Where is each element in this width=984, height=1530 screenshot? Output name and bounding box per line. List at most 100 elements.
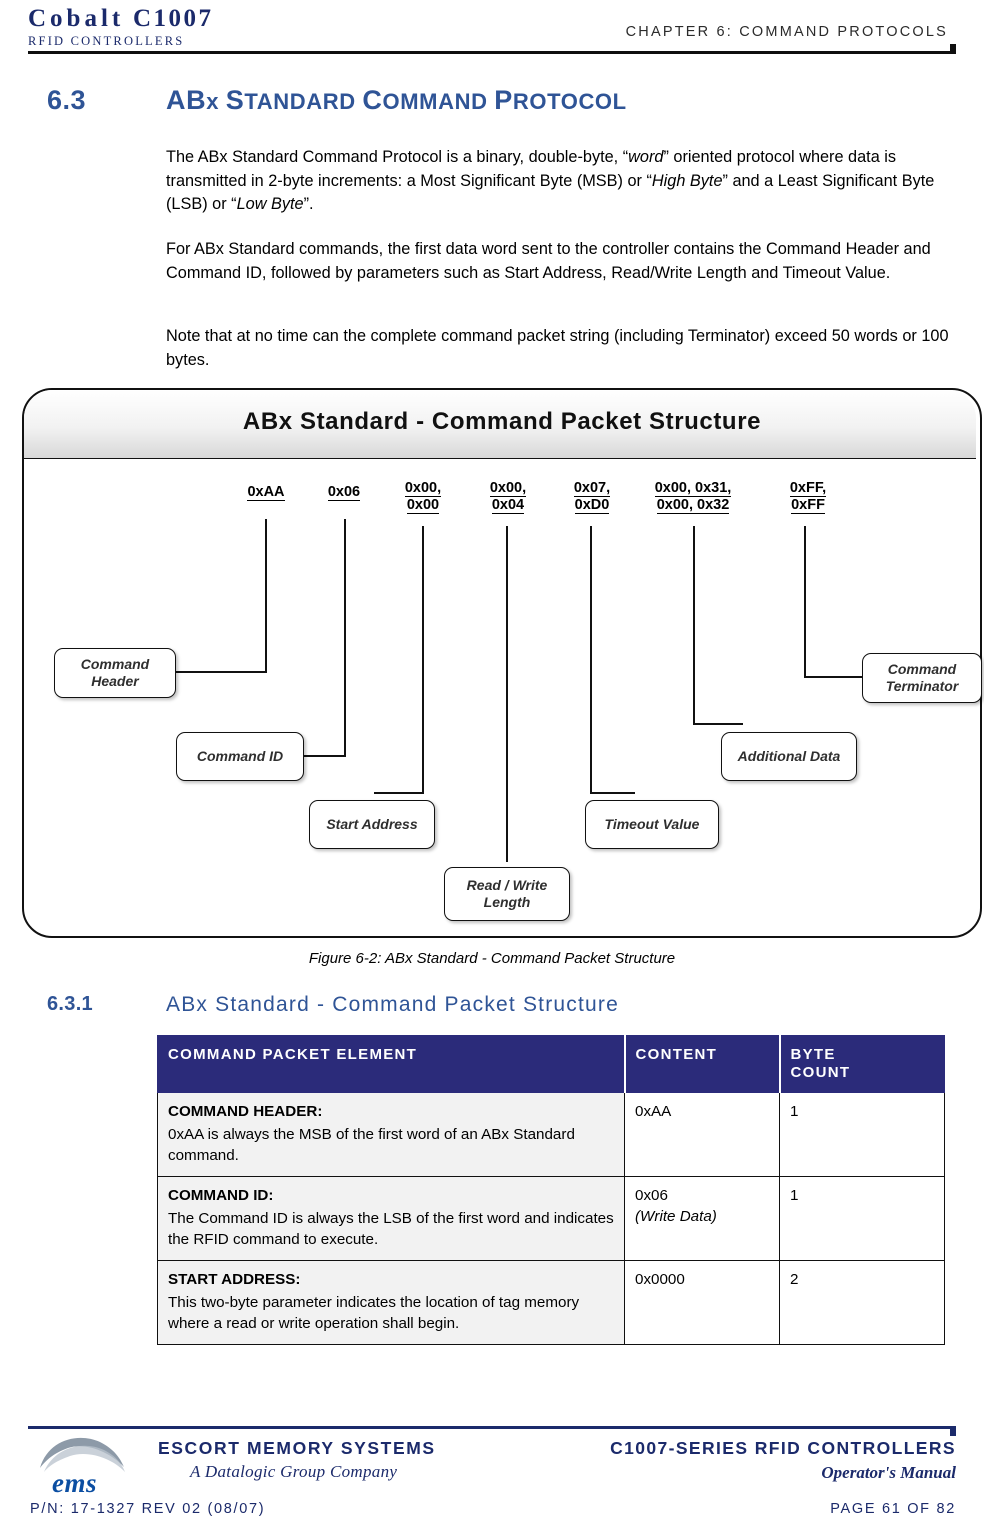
section-number: 6.3: [47, 85, 87, 115]
hex-label-2-line2: 0x00: [406, 497, 440, 514]
ems-wordmark: ems: [52, 1468, 97, 1498]
intro-paragraph-2: For ABx Standard commands, the first dat…: [166, 240, 931, 282]
para1-a: The ABx Standard Command Protocol is a b…: [166, 148, 629, 166]
page-header: Cobalt C1007 RFID CONTROLLERS CHAPTER 6:…: [0, 0, 984, 56]
figure-box-3-line2: Length: [483, 894, 531, 910]
table-row: COMMAND HEADER: 0xAA is always the MSB o…: [157, 1092, 945, 1177]
hex-label-6-line2: 0xFF: [791, 497, 825, 514]
row-1-title: COMMAND ID:: [168, 1187, 274, 1204]
leader-line-terminator-horizontal: [804, 676, 864, 678]
figure-box-read-write-length: Read / Write Length: [444, 867, 570, 921]
footer-company-name: ESCORT MEMORY SYSTEMS: [158, 1438, 436, 1458]
hex-label-command-header: 0xAA: [221, 484, 311, 501]
intro-paragraph-3: Note that at no time can the complete co…: [166, 327, 949, 369]
section-title-part-c: S: [225, 85, 245, 115]
footer-divider: [28, 1426, 956, 1429]
leader-line-timeout-horizontal: [590, 792, 635, 794]
leader-line-timeout-vertical: [590, 526, 592, 793]
hex-label-1: 0x06: [327, 484, 361, 501]
footer-manual-name: Operator's Manual: [821, 1463, 956, 1482]
hex-label-2-line1: 0x00,: [404, 480, 442, 497]
hex-label-4-line2: 0xD0: [574, 497, 610, 514]
figure-box-0-line1: Command: [80, 656, 150, 672]
logo-cobalt-word: Cobalt: [28, 5, 125, 32]
footer-page-number: PAGE 61 OF 82: [830, 1501, 956, 1517]
table-cell-content: 0x0000: [624, 1260, 780, 1345]
hex-label-3-line1: 0x00,: [489, 480, 527, 497]
figure-box-1-line1: Command ID: [196, 748, 284, 764]
row-1-desc: The Command ID is always the LSB of the …: [168, 1210, 614, 1248]
figure-box-timeout-value: Timeout Value: [585, 800, 719, 849]
table-header-content: CONTENT: [623, 1035, 780, 1093]
hex-label-command-terminator: 0xFF, 0xFF: [762, 480, 854, 514]
table-cell-element: START ADDRESS: This two-byte parameter i…: [157, 1260, 625, 1345]
leader-line-terminator-vertical: [804, 526, 806, 676]
table-cell-bytes: 2: [779, 1260, 945, 1345]
ems-logo: ems: [30, 1434, 140, 1498]
figure-box-additional-data: Additional Data: [721, 732, 857, 781]
figure-box-4-line1: Timeout Value: [604, 816, 700, 832]
logo-main-text: Cobalt C1007: [28, 6, 328, 31]
product-logo: Cobalt C1007 RFID CONTROLLERS: [28, 6, 328, 49]
leader-line-id-vertical: [344, 519, 346, 756]
logo-subtitle: RFID CONTROLLERS: [28, 34, 185, 48]
para1-italic-word: word: [628, 148, 664, 166]
leader-line-address-horizontal: [374, 792, 424, 794]
header-divider: [28, 51, 956, 54]
packet-structure-figure: ABx Standard - Command Packet Structure …: [22, 388, 982, 938]
hex-label-5-line2: 0x00, 0x32: [656, 497, 730, 514]
section-title: ABx STANDARD COMMAND PROTOCOL: [166, 85, 627, 116]
row-1-content: 0x06: [635, 1187, 668, 1204]
table-header-element: COMMAND PACKET ELEMENT: [157, 1035, 625, 1093]
table-cell-element: COMMAND HEADER: 0xAA is always the MSB o…: [157, 1092, 625, 1177]
command-packet-table: COMMAND PACKET ELEMENT CONTENT BYTE COUN…: [157, 1035, 945, 1345]
hex-label-read-write-length: 0x00, 0x04: [462, 480, 554, 514]
figure-box-command-header: Command Header: [54, 648, 176, 698]
table-cell-content: 0x06 (Write Data): [624, 1176, 780, 1261]
hex-label-3-line2: 0x04: [491, 497, 525, 514]
footer-product-name: C1007-SERIES RFID CONTROLLERS: [610, 1438, 956, 1458]
figure-box-3-line1: Read / Write: [466, 877, 548, 893]
table-cell-content: 0xAA: [624, 1092, 780, 1177]
figure-box-6-line2: Terminator: [885, 678, 959, 694]
hex-label-6-line1: 0xFF,: [789, 480, 827, 497]
section-title-part-g: P: [494, 85, 513, 115]
leader-line-address-vertical: [422, 526, 424, 793]
para1-d: ”.: [303, 195, 314, 213]
table-cell-element: COMMAND ID: The Command ID is always the…: [157, 1176, 625, 1261]
subsection-number: 6.3.1: [47, 993, 93, 1015]
footer-part-number: P/N: 17-1327 REV 02 (08/07): [30, 1501, 266, 1517]
para1-italic-high-byte: High Byte: [651, 171, 723, 190]
section-title-part-e: C: [362, 85, 383, 115]
hex-label-additional-data: 0x00, 0x31, 0x00, 0x32: [625, 480, 761, 514]
chapter-label: CHAPTER 6: COMMAND PROTOCOLS: [625, 24, 948, 40]
figure-box-command-id: Command ID: [176, 732, 304, 781]
figure-box-0-line2: Header: [91, 673, 139, 689]
figure-box-command-terminator: Command Terminator: [862, 653, 982, 703]
table-cell-bytes: 1: [779, 1176, 945, 1261]
para1-italic-low-byte: Low Byte: [236, 195, 304, 213]
table-cell-bytes: 1: [779, 1092, 945, 1177]
hex-label-start-address: 0x00, 0x00: [377, 480, 469, 514]
leader-line-additional-vertical: [693, 526, 695, 724]
table-row: COMMAND ID: The Command ID is always the…: [157, 1176, 945, 1261]
figure-caption: Figure 6-2: ABx Standard - Command Packe…: [308, 950, 676, 967]
figure-box-6-line1: Command: [887, 661, 957, 677]
table-header-byte-count: BYTE COUNT: [778, 1035, 945, 1093]
hex-label-4-line1: 0x07,: [573, 480, 611, 497]
section-title-part-f: OMMAND: [382, 89, 495, 114]
section-title-part-b: x: [206, 89, 226, 114]
row-0-content: 0xAA: [635, 1103, 672, 1120]
header-divider-tail: [950, 44, 956, 54]
leader-line-header-vertical: [265, 519, 267, 671]
row-2-desc: This two-byte parameter indicates the lo…: [168, 1294, 580, 1332]
logo-model-word: C1007: [132, 5, 214, 32]
figure-box-2-line1: Start Address: [326, 816, 418, 832]
subsection-title: ABx Standard - Command Packet Structure: [166, 993, 619, 1016]
hex-label-0: 0xAA: [247, 484, 285, 501]
figure-title: ABx Standard - Command Packet Structure: [242, 408, 762, 435]
leader-line-additional-horizontal: [693, 723, 743, 725]
figure-box-5-line1: Additional Data: [737, 748, 841, 764]
figure-box-start-address: Start Address: [309, 800, 435, 849]
section-title-part-d: TANDARD: [244, 89, 363, 114]
